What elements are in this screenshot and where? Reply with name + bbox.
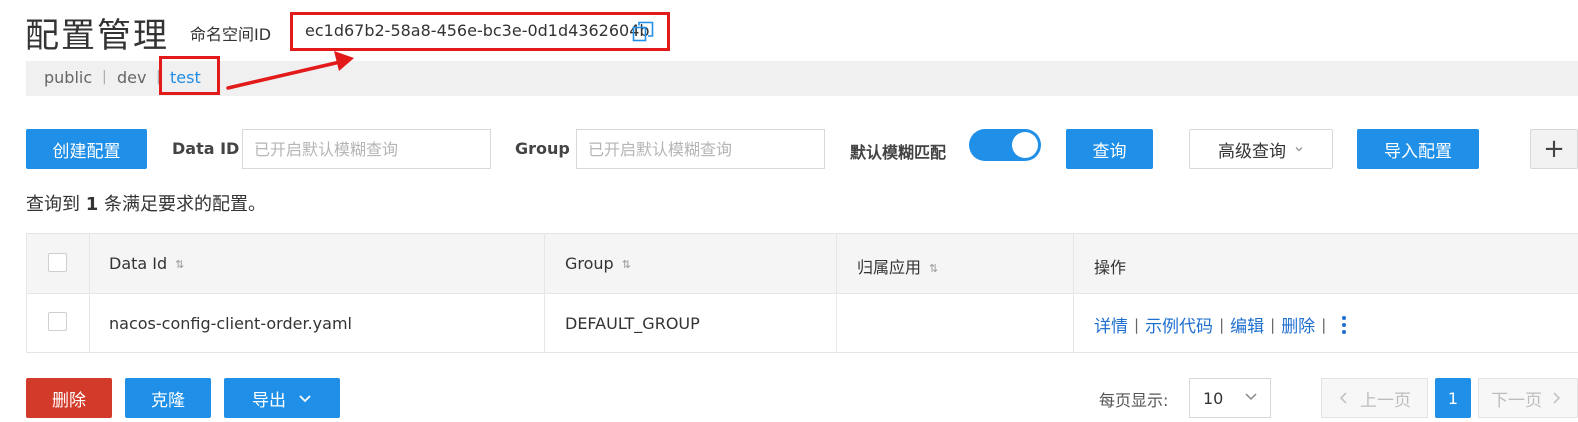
column-divider [836,234,837,352]
create-config-button[interactable]: 创建配置 [26,129,147,169]
column-divider [1073,234,1074,352]
chevron-down-icon [1295,147,1303,152]
column-divider [89,234,90,352]
row-actions: 详情 | 示例代码 | 编辑 | 删除 | [1094,312,1347,337]
page-number-current[interactable]: 1 [1435,378,1471,418]
chevron-right-icon [1553,392,1561,404]
select-all-checkbox[interactable] [48,253,67,272]
result-summary: 查询到 1 条满足要求的配置。 [26,190,266,216]
group-label: Group [515,139,570,158]
result-suffix: 条满足要求的配置。 [104,194,266,215]
sort-icon[interactable]: ⇅ [175,258,184,271]
page-title: 配置管理 [25,16,169,56]
column-header-actions: 操作 [1094,258,1127,277]
sample-code-link[interactable]: 示例代码 [1145,312,1213,337]
data-id-label: Data ID [172,139,240,158]
chevron-left-icon [1339,392,1347,404]
column-divider [544,234,545,352]
table-header [27,234,1578,294]
group-input[interactable] [576,129,825,169]
per-page-label: 每页显示: [1099,391,1169,410]
namespace-tab-dev[interactable]: dev [117,68,146,87]
per-page-select[interactable]: 10 [1189,378,1271,418]
chevron-down-icon [1245,393,1257,401]
per-page-value: 10 [1203,388,1224,408]
prev-page-label: 上一页 [1360,390,1411,411]
batch-delete-button[interactable]: 删除 [26,378,112,418]
row-group: DEFAULT_GROUP [565,314,700,333]
row-checkbox[interactable] [48,312,67,331]
column-header-label: Data Id [109,254,168,273]
chevron-down-icon [299,395,311,403]
column-header-group[interactable]: Group ⇅ [565,254,631,273]
sort-icon[interactable]: ⇅ [929,262,938,275]
advanced-search-label: 高级查询 [1218,141,1286,162]
toggle-knob [1012,132,1038,158]
search-button[interactable]: 查询 [1066,129,1153,169]
sort-icon[interactable]: ⇅ [622,258,631,271]
next-page-button[interactable]: 下一页 [1478,378,1578,418]
copy-icon[interactable] [632,21,654,43]
detail-link[interactable]: 详情 [1094,312,1128,337]
export-button[interactable]: 导出 [224,378,340,418]
import-config-button[interactable]: 导入配置 [1357,129,1479,169]
row-data-id: nacos-config-client-order.yaml [109,314,352,333]
advanced-search-button[interactable]: 高级查询 [1189,129,1333,169]
result-count: 1 [85,194,99,215]
prev-page-button[interactable]: 上一页 [1321,378,1428,418]
action-separator: | [1219,315,1225,334]
column-header-data-id[interactable]: Data Id ⇅ [109,254,184,273]
fuzzy-match-toggle[interactable] [969,129,1041,161]
result-prefix: 查询到 [26,194,80,215]
namespace-separator: | [102,69,107,85]
annotation-arrow [226,51,354,90]
clone-button[interactable]: 克隆 [125,378,211,418]
export-label: 导出 [252,390,286,411]
column-header-label: 归属应用 [857,258,922,277]
edit-link[interactable]: 编辑 [1230,312,1264,337]
action-separator: | [1134,315,1140,334]
column-header-app[interactable]: 归属应用 ⇅ [857,254,938,278]
namespace-test-highlight-box [159,56,220,95]
delete-link[interactable]: 删除 [1281,312,1315,337]
fuzzy-match-label: 默认模糊匹配 [850,143,947,162]
add-icon[interactable]: + [1530,129,1578,169]
column-header-label: Group [565,254,614,273]
namespace-tab-public[interactable]: public [44,68,92,87]
next-page-label: 下一页 [1491,390,1542,411]
namespace-id-label: 命名空间ID [190,25,272,44]
action-separator: | [1270,315,1276,334]
action-separator: | [1321,315,1327,334]
data-id-input[interactable] [242,129,491,169]
more-actions-icon[interactable] [1342,315,1347,334]
namespace-id-value: ec1d67b2-58a8-456e-bc3e-0d1d4362604b [305,21,650,40]
